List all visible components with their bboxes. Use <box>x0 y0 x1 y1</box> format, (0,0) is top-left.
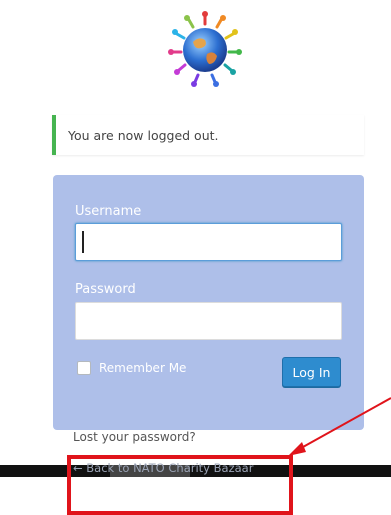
login-form: Username Password Remember Me Log In <box>53 175 364 430</box>
password-label: Password <box>75 282 136 297</box>
username-input[interactable] <box>75 223 342 261</box>
remember-me-checkbox[interactable] <box>77 361 91 375</box>
login-button[interactable]: Log In <box>282 357 341 387</box>
username-label: Username <box>75 204 142 219</box>
site-logo-globe-icon <box>168 11 242 87</box>
lost-password-link[interactable]: Lost your password? <box>73 430 196 444</box>
logout-notice: You are now logged out. <box>52 115 364 155</box>
notice-message: You are now logged out. <box>68 127 219 143</box>
remember-me[interactable]: Remember Me <box>77 361 186 375</box>
annotation-highlight-box <box>67 455 293 515</box>
text-caret <box>82 231 84 253</box>
password-input[interactable] <box>75 302 342 340</box>
remember-me-label[interactable]: Remember Me <box>99 361 186 375</box>
